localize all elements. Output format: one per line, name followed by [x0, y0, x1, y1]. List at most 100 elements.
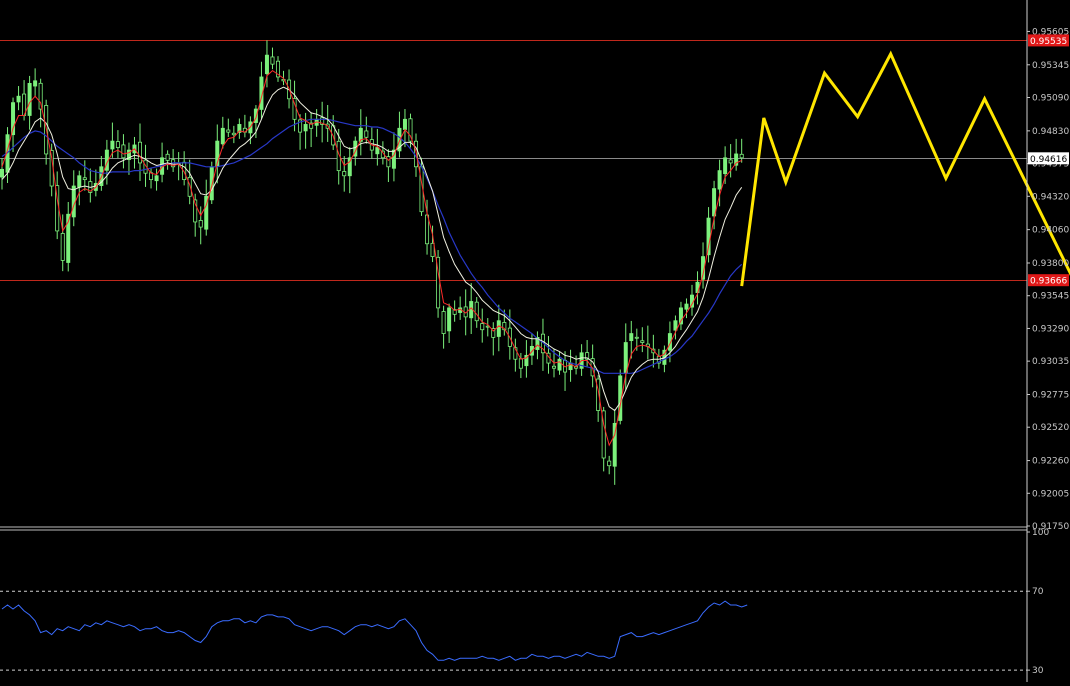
candle: [563, 351, 568, 391]
candle-body: [115, 141, 120, 148]
price-tick-label: 0.94830: [1032, 127, 1069, 137]
candle-body: [684, 303, 689, 310]
candle: [734, 138, 739, 171]
candle: [137, 123, 142, 182]
candle-body: [607, 460, 612, 467]
candle: [540, 318, 545, 371]
candle: [165, 150, 170, 170]
candle: [16, 86, 21, 111]
candle: [452, 300, 457, 322]
candle: [215, 124, 220, 184]
oscillator-panel: [0, 590, 1027, 671]
candle: [529, 333, 534, 365]
candle: [358, 109, 363, 156]
candle: [678, 301, 683, 331]
candle: [115, 130, 120, 159]
candle: [320, 101, 325, 143]
main-price-panel: [0, 40, 1070, 531]
candle: [160, 142, 165, 183]
candle-body: [557, 358, 562, 371]
candle: [513, 338, 518, 372]
candle-body: [165, 153, 170, 161]
candle-body: [552, 365, 557, 369]
candle: [690, 284, 695, 316]
candle-body: [673, 320, 678, 331]
candle-body: [60, 233, 65, 261]
candle: [612, 409, 617, 485]
candle-body: [739, 153, 744, 159]
candle: [303, 112, 308, 149]
candle-body: [634, 336, 639, 339]
candle: [347, 147, 352, 194]
candle: [275, 56, 280, 82]
candle: [226, 118, 231, 137]
candle-body: [441, 311, 446, 334]
candle-body: [33, 80, 38, 87]
support-price-box: 0.93666: [1028, 274, 1069, 287]
candle-body: [198, 220, 203, 228]
candle: [88, 168, 93, 203]
candle-body: [110, 140, 115, 150]
candle: [496, 304, 501, 352]
candle: [33, 68, 38, 98]
candle-body: [38, 82, 43, 110]
candle: [71, 170, 76, 227]
candle: [66, 201, 71, 272]
candle-body: [364, 130, 369, 138]
price-box-text: 0.94616: [1030, 155, 1067, 165]
candle-body: [231, 132, 236, 136]
candle-body: [496, 320, 501, 337]
candle: [237, 118, 242, 139]
price-tick-label: 0.93800: [1032, 259, 1069, 269]
candle: [309, 112, 314, 148]
price-tick-label: 0.92260: [1032, 457, 1069, 467]
candle-body: [71, 185, 76, 218]
candle: [436, 250, 441, 318]
candle-body: [474, 301, 479, 322]
candle: [314, 109, 319, 137]
candle-body: [303, 124, 308, 132]
price-tick-label: 0.93545: [1032, 292, 1069, 302]
candle: [93, 169, 98, 197]
candle: [701, 242, 706, 289]
candle-body: [640, 340, 645, 343]
candle: [171, 149, 176, 173]
price-tick-label: 0.95090: [1032, 94, 1069, 104]
candle: [447, 303, 452, 343]
candle: [441, 305, 446, 349]
candle-body: [706, 217, 711, 256]
candle: [259, 61, 264, 119]
candle: [524, 340, 529, 378]
current-price-price-box: 0.94616: [1028, 152, 1069, 165]
candle: [121, 134, 126, 169]
candle: [458, 296, 463, 320]
candle-body: [717, 170, 722, 190]
candle-body: [82, 177, 87, 181]
oscillator-tick-label: 30: [1032, 666, 1044, 676]
candle-body: [518, 358, 523, 369]
price-tick-label: 0.93035: [1032, 357, 1069, 367]
price-tick-label: 0.93290: [1032, 324, 1069, 334]
projection-zigzag-line: [740, 50, 1070, 287]
chart-window: 0.95605 0.95345 0.95090 0.94830 0.94575 0.943…: [0, 0, 1070, 682]
candle: [645, 325, 650, 360]
candle-body: [728, 159, 733, 164]
candle: [397, 111, 402, 158]
oscillator-tick-label: 70: [1032, 587, 1044, 597]
candle: [231, 125, 236, 144]
oscillator-line: [1, 600, 748, 661]
candle-body: [270, 56, 275, 65]
candle: [325, 105, 330, 142]
oscillator-tick-label: 100: [1032, 528, 1049, 538]
candle: [342, 156, 347, 192]
candle: [739, 138, 744, 163]
candle-body: [723, 157, 728, 175]
candle: [386, 149, 391, 183]
candle-body: [137, 141, 142, 164]
candle-body: [121, 144, 126, 159]
candle-body: [77, 175, 82, 188]
candle-body: [154, 175, 159, 182]
price-tick-label: 0.92520: [1032, 423, 1069, 433]
candle: [480, 308, 485, 343]
price-tick-label: 0.94320: [1032, 192, 1069, 202]
